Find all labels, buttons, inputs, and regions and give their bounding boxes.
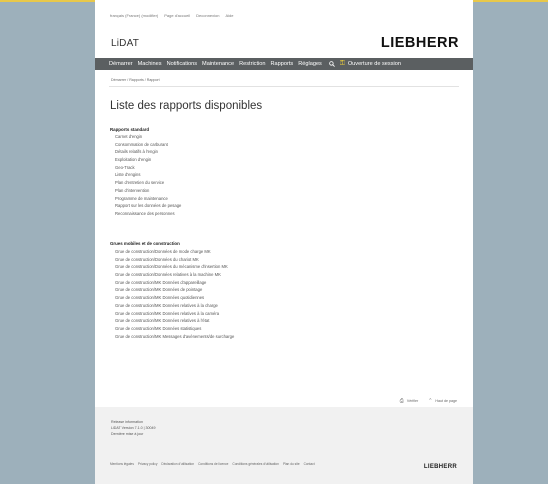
- print-link[interactable]: ⎙ Vérifier: [400, 398, 418, 404]
- page-tools: ⎙ Vérifier ⌃ Haut de page: [400, 398, 457, 404]
- section-heading-standard: Rapports standard: [110, 127, 150, 132]
- login-label: Ouverture de session: [347, 61, 401, 67]
- legal-link-sitemap[interactable]: Plan du site: [283, 462, 300, 466]
- help-link[interactable]: Aide: [226, 13, 234, 18]
- breadcrumb-current: Rapport: [146, 78, 160, 82]
- breadcrumb: Démarrer / Rapports / Rapport: [111, 78, 160, 82]
- list-item[interactable]: Programme de maintenance: [115, 195, 181, 203]
- legal-link-privacy[interactable]: Privacy policy: [138, 462, 158, 466]
- arrow-up-icon: ⌃: [428, 398, 433, 404]
- list-item[interactable]: Reconnaissance des personnes: [115, 210, 181, 218]
- list-item[interactable]: Carnet d'engin: [115, 133, 181, 141]
- list-item[interactable]: Grue de construction/MK Messages d'avène…: [115, 333, 234, 341]
- list-item[interactable]: Grue de construction/MK Données relative…: [115, 310, 234, 318]
- release-date: Dernière mise à jour: [111, 431, 144, 436]
- section-heading-cranes: Grues mobiles et de construction: [110, 241, 180, 246]
- list-item[interactable]: Grue de construction/MK Données quotidie…: [115, 294, 234, 302]
- list-item[interactable]: Consommation de carburant: [115, 141, 181, 149]
- print-icon: ⎙: [399, 398, 404, 404]
- breadcrumb-home[interactable]: Démarrer: [111, 78, 126, 82]
- breadcrumb-separator: /: [144, 78, 146, 82]
- list-item[interactable]: Détails relatifs à l'engin: [115, 148, 181, 156]
- list-item[interactable]: Plan d'entretien du service: [115, 179, 181, 187]
- legal-link-usage[interactable]: Déclaration d'utilisation: [161, 462, 194, 466]
- nav-item-restriction[interactable]: Restriction: [239, 61, 265, 67]
- list-item[interactable]: Grue de construction/Données relatives à…: [115, 271, 234, 279]
- legal-link-terms[interactable]: Conditions générales d'utilisation: [232, 462, 279, 466]
- list-item[interactable]: Grue de construction/MK Données de point…: [115, 286, 234, 294]
- nav-item-reglages[interactable]: Réglages: [298, 61, 322, 67]
- list-item[interactable]: Grue de construction/Données de mode cha…: [115, 248, 234, 256]
- nav-item-maintenance[interactable]: Maintenance: [202, 61, 234, 67]
- list-item[interactable]: Grue de construction/MK Données relative…: [115, 317, 234, 325]
- nav-item-notifications[interactable]: Notifications: [167, 61, 197, 67]
- print-label: Vérifier: [406, 399, 419, 403]
- language-link[interactable]: français (France) (modifier): [110, 13, 158, 18]
- list-item[interactable]: Liste d'engins: [115, 171, 181, 179]
- login-button[interactable]: ⚿ Ouverture de session: [340, 60, 401, 68]
- divider: [109, 86, 459, 87]
- list-item[interactable]: Exploitation d'engin: [115, 156, 181, 164]
- page-title: Liste des rapports disponibles: [110, 100, 263, 112]
- nav-item-machines[interactable]: Machines: [138, 61, 162, 67]
- list-item[interactable]: Plan d'intervention: [115, 187, 181, 195]
- list-item[interactable]: Grue de construction/MK Données statisti…: [115, 325, 234, 333]
- utility-links: français (France) (modifier) Page d'accu…: [110, 13, 234, 18]
- footer: Release information LiDAT Version 7.1.0 …: [95, 407, 473, 484]
- crane-report-list: Grue de construction/Données de mode cha…: [115, 248, 234, 340]
- list-item[interactable]: Grue de construction/MK Données relative…: [115, 302, 234, 310]
- footer-logo: LIEBHERR: [423, 464, 457, 470]
- standard-report-list: Carnet d'engin Consommation de carburant…: [115, 133, 181, 218]
- back-to-top-link[interactable]: ⌃ Haut de page: [428, 398, 457, 404]
- page-container: français (France) (modifier) Page d'accu…: [95, 0, 473, 484]
- search-icon[interactable]: [329, 60, 335, 68]
- list-item[interactable]: Rapport sur les données de pesage: [115, 202, 181, 210]
- legal-links: Mentions légales Privacy policy Déclarat…: [110, 462, 315, 466]
- key-icon: ⚿: [339, 60, 345, 67]
- back-to-top-label: Haut de page: [435, 399, 457, 403]
- nav-item-rapports[interactable]: Rapports: [271, 61, 294, 67]
- breadcrumb-reports[interactable]: Rapports: [129, 78, 144, 82]
- logout-link[interactable]: Deconnexion: [196, 13, 219, 18]
- release-version: LiDAT Version 7.1.0 | 30049: [111, 425, 156, 430]
- release-info: Release information LiDAT Version 7.1.0 …: [111, 420, 156, 437]
- legal-link-license[interactable]: Conditions de licence: [198, 462, 228, 466]
- list-item[interactable]: Grue de construction/Données du mécanism…: [115, 263, 234, 271]
- list-item[interactable]: Geo-Track: [115, 164, 181, 172]
- list-item[interactable]: Grue de construction/MK Données d'appare…: [115, 279, 234, 287]
- nav-item-demarrer[interactable]: Démarrer: [109, 61, 133, 67]
- list-item[interactable]: Grue de construction/Données du chariot …: [115, 256, 234, 264]
- legal-link-imprint[interactable]: Mentions légales: [110, 462, 134, 466]
- home-link[interactable]: Page d'accueil: [164, 13, 190, 18]
- liebherr-logo[interactable]: LIEBHERR: [381, 35, 459, 51]
- app-name: LiDAT: [111, 38, 140, 49]
- legal-link-contact[interactable]: Contact: [304, 462, 315, 466]
- main-nav: Démarrer Machines Notifications Maintena…: [95, 58, 473, 70]
